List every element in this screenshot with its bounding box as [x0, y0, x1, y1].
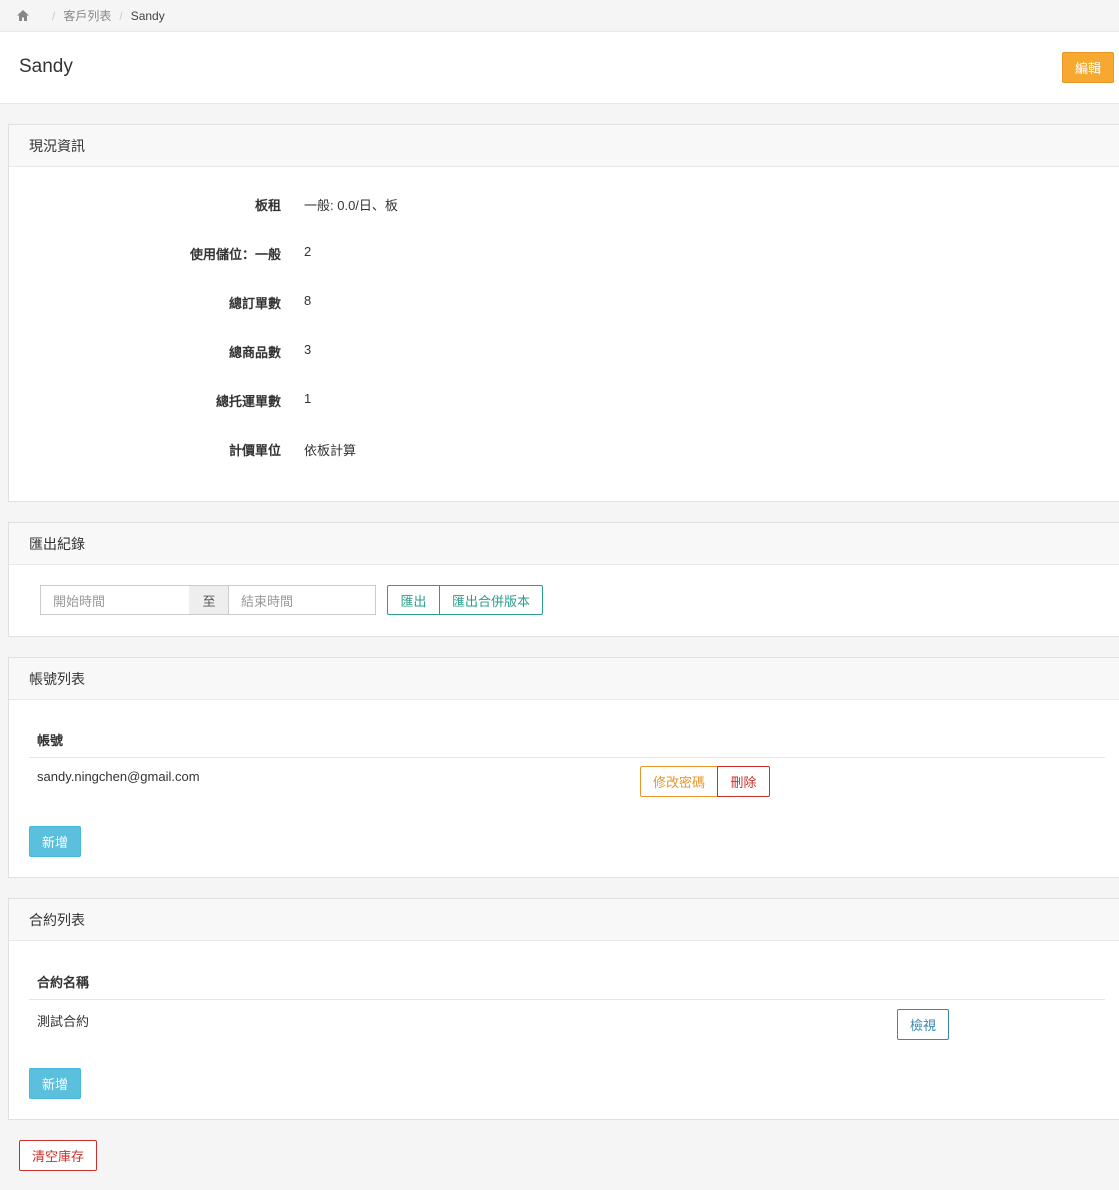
breadcrumb: / 客戶列表 / Sandy — [0, 0, 1119, 32]
page-title: Sandy — [19, 56, 73, 77]
date-range-addon: 至 — [189, 585, 229, 615]
info-label: 總托運單數 — [215, 394, 281, 409]
contract-panel: 合約列表 合約名稱 測試合約 檢視 新增 — [8, 898, 1119, 1120]
breadcrumb-customer-list[interactable]: 客戶列表 — [63, 7, 111, 24]
export-panel: 匯出紀錄 開始時間 至 結束時間 匯出 匯出合併版本 — [8, 522, 1119, 637]
info-row-storage-used: 使用儲位：一般 2 — [9, 244, 1119, 264]
delete-account-button[interactable]: 刪除 — [717, 766, 770, 797]
info-label: 板租 — [254, 198, 281, 213]
clear-stock-button[interactable]: 清空庫存 — [19, 1140, 97, 1171]
account-panel-title: 帳號列表 — [9, 658, 1119, 700]
info-label: 總商品數 — [228, 345, 281, 360]
home-icon[interactable] — [16, 9, 32, 23]
info-label: 計價單位 — [228, 443, 281, 458]
info-value: 8 — [304, 293, 312, 308]
info-row-total-shipments: 總托運單數 1 — [9, 391, 1119, 411]
info-value: 2 — [304, 244, 312, 259]
breadcrumb-separator: / — [119, 8, 123, 23]
add-account-button[interactable]: 新增 — [29, 826, 81, 857]
export-merged-button[interactable]: 匯出合併版本 — [439, 585, 543, 615]
end-time-input[interactable]: 結束時間 — [228, 585, 376, 615]
info-row-total-products: 總商品數 3 — [9, 342, 1119, 362]
status-panel: 現況資訊 板租 一般: 0.0/日、板 使用儲位：一般 2 總訂單數 8 總商品… — [8, 124, 1119, 502]
add-contract-button[interactable]: 新增 — [29, 1068, 81, 1099]
account-column-header: 帳號 — [37, 733, 64, 748]
info-label: 使用儲位：一般 — [189, 247, 281, 262]
info-label: 總訂單數 — [228, 296, 281, 311]
export-panel-title: 匯出紀錄 — [9, 523, 1119, 565]
view-contract-button[interactable]: 檢視 — [897, 1009, 949, 1040]
info-row-pricing-unit: 計價單位 依板計算 — [9, 440, 1119, 460]
contract-column-header: 合約名稱 — [37, 975, 90, 990]
page-header: Sandy 編輯 — [0, 32, 1119, 104]
contract-panel-title: 合約列表 — [9, 899, 1119, 941]
breadcrumb-current: Sandy — [130, 8, 165, 23]
table-divider — [29, 757, 1105, 758]
info-row-total-orders: 總訂單數 8 — [9, 293, 1119, 313]
table-divider — [29, 999, 1105, 1000]
export-button[interactable]: 匯出 — [387, 585, 440, 615]
info-value: 1 — [304, 391, 312, 406]
info-value: 一般: 0.0/日、板 — [304, 198, 398, 213]
change-password-button[interactable]: 修改密碼 — [640, 766, 718, 797]
info-value: 依板計算 — [304, 443, 357, 458]
breadcrumb-separator: / — [52, 8, 56, 23]
edit-button[interactable]: 編輯 — [1062, 52, 1114, 83]
info-value: 3 — [304, 342, 312, 357]
status-panel-title: 現況資訊 — [9, 125, 1119, 167]
contract-name: 測試合約 — [37, 1014, 90, 1029]
info-row-board-rent: 板租 一般: 0.0/日、板 — [9, 195, 1119, 215]
start-time-input[interactable]: 開始時間 — [40, 585, 190, 615]
account-panel: 帳號列表 帳號 sandy.ningchen@gmail.com 修改密碼 刪除… — [8, 657, 1119, 878]
account-email: sandy.ningchen@gmail.com — [37, 769, 200, 784]
